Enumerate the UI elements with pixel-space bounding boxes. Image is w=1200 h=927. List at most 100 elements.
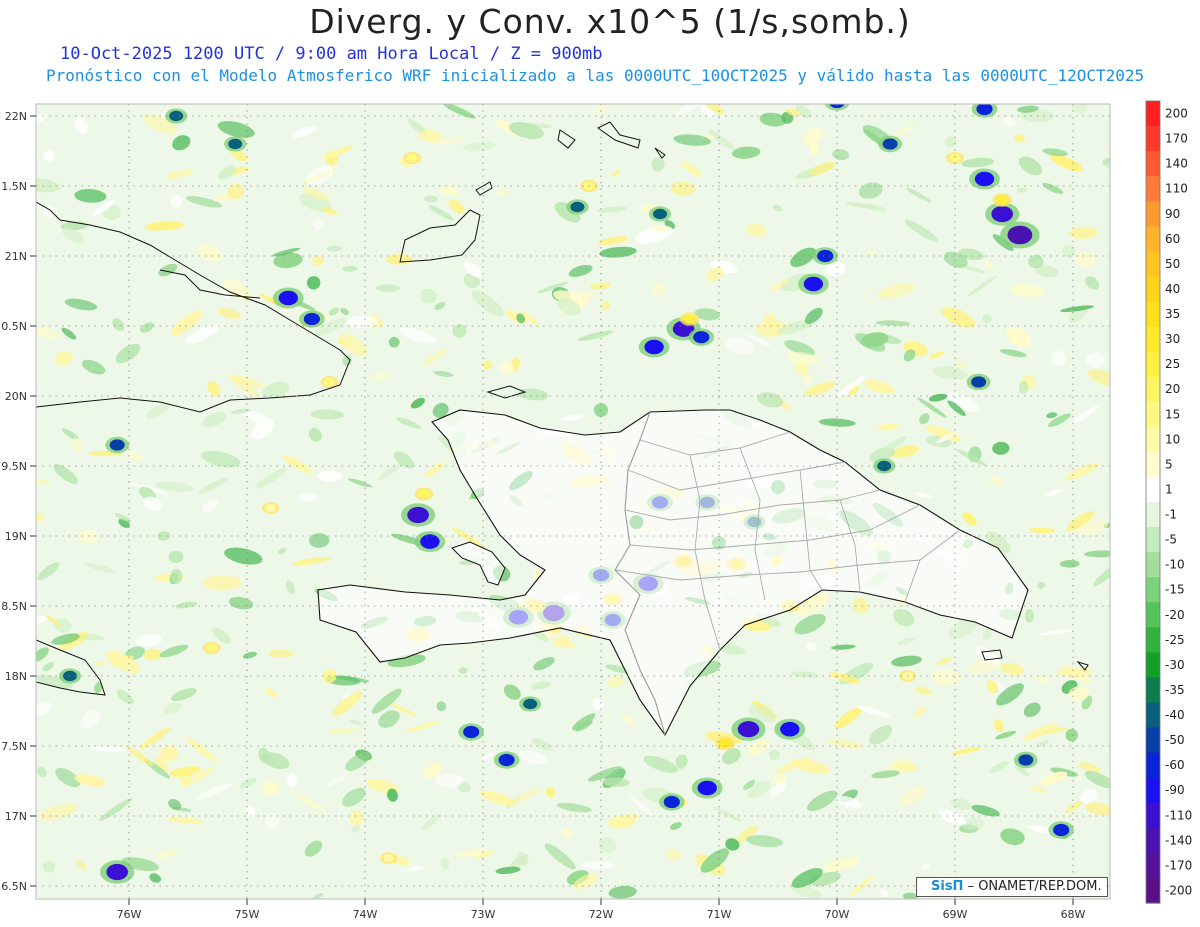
valid-time-subtitle: 10-Oct-2025 1200 UTC / 9:00 am Hora Loca… <box>60 44 603 64</box>
lon-tick-label: 72W <box>589 908 614 921</box>
colorbar-segment <box>1146 677 1160 704</box>
colorbar-label: -110 <box>1165 808 1192 822</box>
colorbar-label: 90 <box>1165 207 1180 221</box>
lon-tick-label: 69W <box>943 908 968 921</box>
convergence-cell <box>697 780 717 796</box>
convergence-cell <box>407 506 429 524</box>
lon-tick-label: 71W <box>707 908 732 921</box>
field-sample-point <box>499 361 514 375</box>
field-texture-blob <box>42 333 62 338</box>
map-figure: 22N 1.5N 21N 0.5N 20N 9.5N 19N 8.5N 18N 7.5N 17N 6.… <box>1 100 1192 921</box>
chart-title: Diverg. y Conv. x10^5 (1/s,somb.) <box>309 2 911 41</box>
colorbar-label: 110 <box>1165 182 1188 196</box>
colorbar-label: -1 <box>1165 508 1177 522</box>
lat-tick-label: 1.5N <box>1 180 27 193</box>
colorbar-segment <box>1146 101 1160 127</box>
colorbar-segment <box>1146 852 1160 879</box>
divergence-cell <box>406 153 418 163</box>
divergence-cell <box>718 738 732 748</box>
model-info-subtitle: Pronóstico con el Modelo Atmosferico WRF… <box>46 66 1145 85</box>
convergence-cell <box>817 249 834 263</box>
colorbar-label: -5 <box>1165 533 1177 547</box>
convergence-cell <box>976 104 993 116</box>
convergence-cell <box>737 721 760 738</box>
convergence-cell <box>523 698 538 710</box>
colorbar-segment <box>1146 727 1160 754</box>
colorbar-segment <box>1146 877 1160 904</box>
convergence-cell <box>663 795 680 809</box>
lat-tick-label: 9.5N <box>1 460 27 473</box>
colorbar-label: -25 <box>1165 633 1185 647</box>
lon-tick-label: 75W <box>235 908 260 921</box>
colorbar-segment <box>1146 376 1160 403</box>
field-sample-point <box>794 361 809 375</box>
colorbar-label: 5 <box>1165 457 1173 471</box>
colorbar-label: -60 <box>1165 758 1185 772</box>
convergence-cell <box>644 339 664 355</box>
convergence-cell <box>463 725 480 739</box>
colorbar-label: -200 <box>1165 884 1192 898</box>
colorbar-segment <box>1146 802 1160 829</box>
colorbar-segment <box>1146 702 1160 729</box>
lon-tick-label: 76W <box>117 908 142 921</box>
convergence-cell <box>498 753 515 767</box>
colorbar-label: -15 <box>1165 583 1185 597</box>
colorbar-label: 60 <box>1165 232 1180 246</box>
colorbar-segment <box>1146 426 1160 453</box>
field-texture-blob <box>297 492 318 502</box>
colorbar-label: -20 <box>1165 608 1185 622</box>
lat-tick-label: 20N <box>5 390 27 403</box>
colorbar-segment <box>1146 301 1160 328</box>
colorbar-label: -40 <box>1165 708 1185 722</box>
convergence-cell <box>653 208 667 220</box>
colorbar-label: 10 <box>1165 432 1180 446</box>
colorbar-segment <box>1146 126 1160 152</box>
convergence-cell <box>278 290 298 306</box>
sistema-logo-text: SisΠ <box>931 879 964 894</box>
colorbar-label: -50 <box>1165 733 1185 747</box>
colorbar-label: 1 <box>1165 483 1173 497</box>
convergence-cell <box>1018 754 1034 766</box>
colorbar-label: 25 <box>1165 357 1180 371</box>
convergence-cell <box>420 534 440 549</box>
colorbar-label: -35 <box>1165 683 1185 697</box>
convergence-cell <box>877 460 892 472</box>
colorbar-segment <box>1146 476 1160 503</box>
colorbar-label: 35 <box>1165 307 1180 321</box>
convergence-cell <box>169 110 184 122</box>
divergence-cell <box>265 504 276 512</box>
convergence-cell <box>109 439 125 451</box>
colorbar-label: -90 <box>1165 783 1185 797</box>
colorbar-segment <box>1146 226 1160 252</box>
field-texture-blob <box>386 254 413 265</box>
colorbar-segment <box>1146 577 1160 603</box>
colorbar-segment <box>1146 326 1160 353</box>
colorbar-segment <box>1146 251 1160 278</box>
field-texture-blob <box>287 773 297 788</box>
lat-tick-label: 17N <box>5 810 27 823</box>
convergence-cell <box>1007 225 1033 245</box>
colorbar-label: -10 <box>1165 558 1185 572</box>
colorbar-segment <box>1146 527 1160 553</box>
convergence-cell <box>570 201 585 213</box>
divergence-cell <box>418 489 430 499</box>
colorbar-segment <box>1146 602 1160 628</box>
lat-tick-label: 7.5N <box>1 740 27 753</box>
lon-tick-label: 68W <box>1061 908 1086 921</box>
convergence-cell <box>974 171 995 187</box>
colorbar-label: -30 <box>1165 658 1185 672</box>
divergence-cell <box>996 195 1009 205</box>
convergence-cell <box>228 138 243 150</box>
colorbar-label: -140 <box>1165 833 1192 847</box>
divergence-cell <box>383 854 394 862</box>
colorbar: 200 170 140 110 90 60 50 40 35 30 25 20 15 10 5 1 -1 -5 -1… <box>1145 100 1192 904</box>
convergence-cell <box>106 863 128 881</box>
colorbar-segment <box>1146 752 1160 779</box>
convergence-cell <box>829 104 845 109</box>
colorbar-segment <box>1146 552 1160 578</box>
colorbar-segment <box>1146 276 1160 303</box>
colorbar-segment <box>1146 777 1160 804</box>
convergence-cell <box>971 376 987 388</box>
convergence-cell <box>780 721 800 737</box>
convergence-cell <box>882 138 898 150</box>
